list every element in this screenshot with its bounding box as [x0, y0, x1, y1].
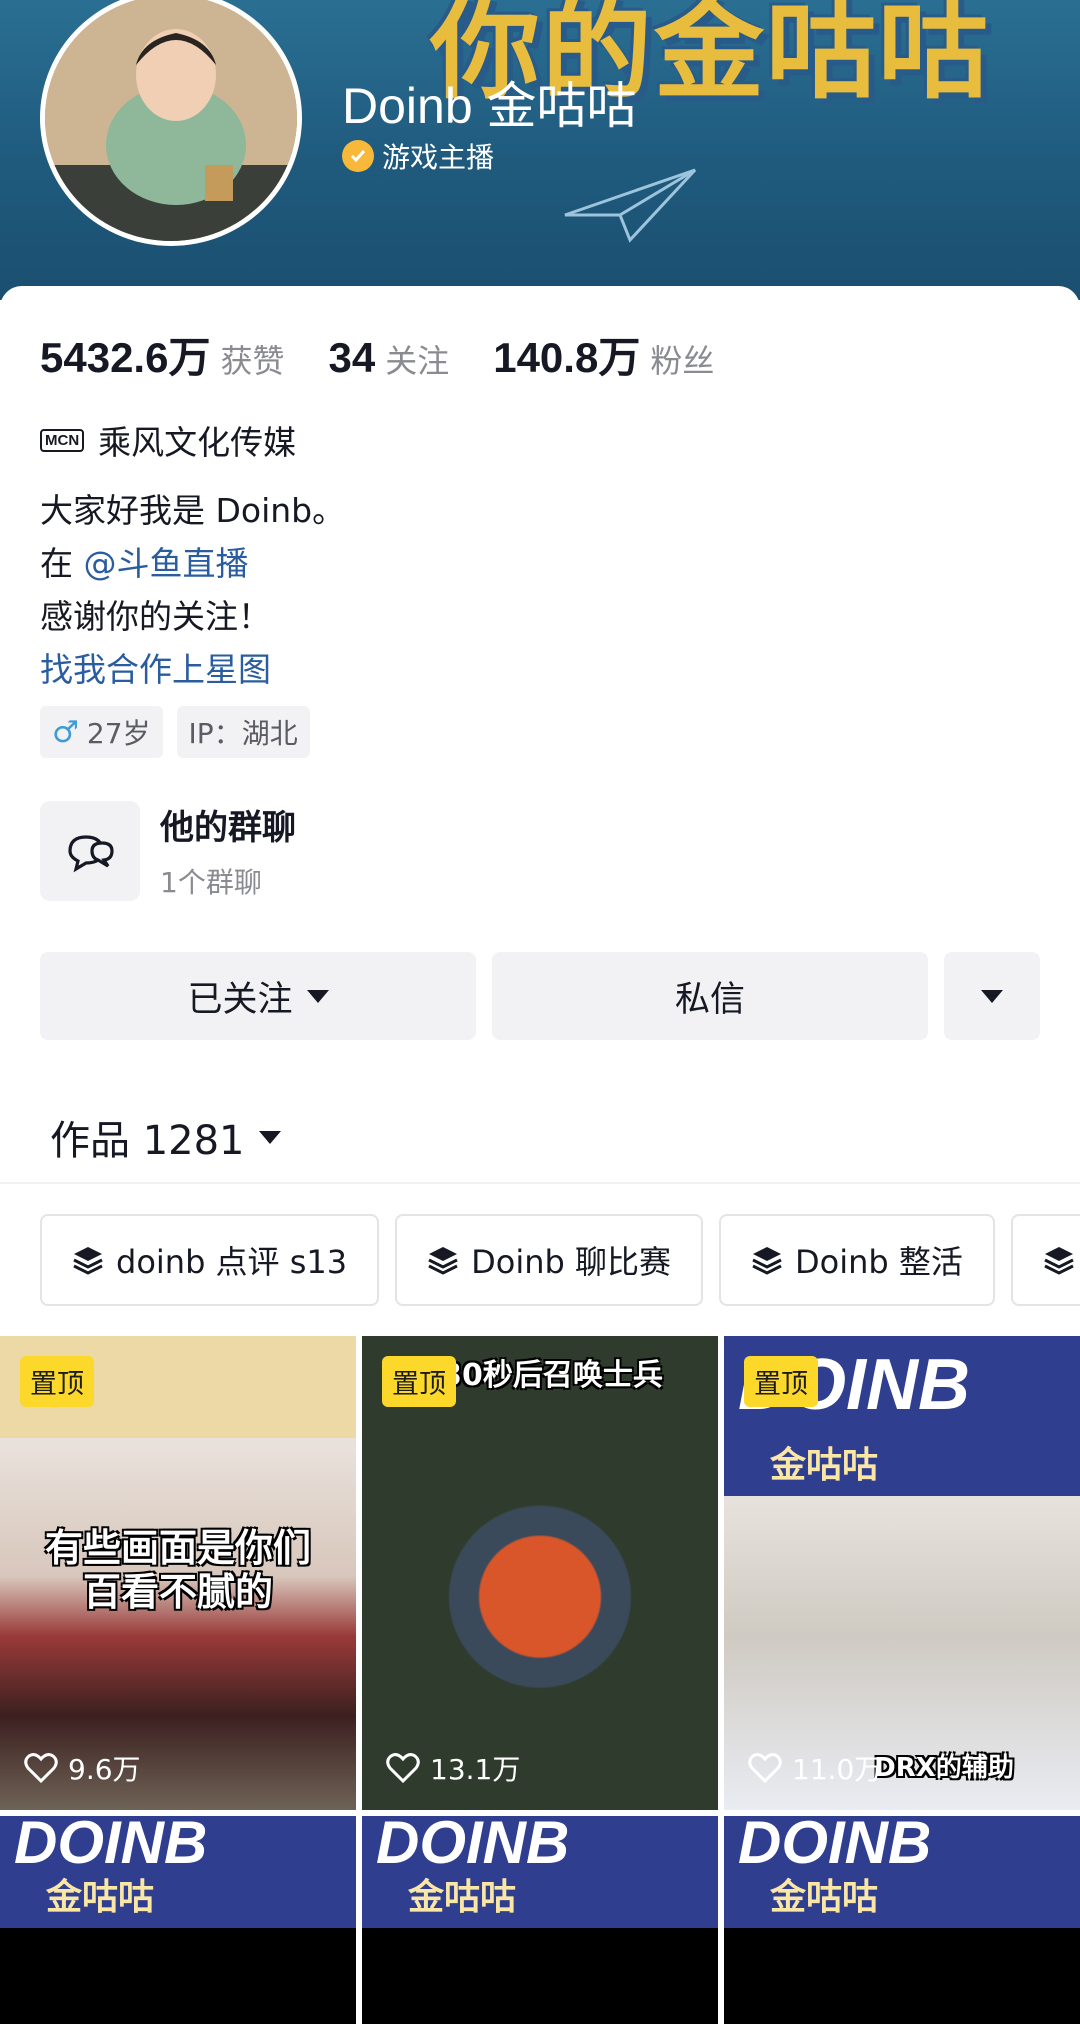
pinned-badge: 置顶 — [382, 1356, 456, 1407]
stack-icon — [73, 1247, 103, 1275]
age-tag: ♂ 27岁 — [40, 706, 163, 758]
group-chat-title: 他的群聊 — [160, 808, 296, 848]
mcn-icon: MCN — [40, 428, 85, 452]
video-tile[interactable]: DOINB 金咕咕 — [724, 1816, 1080, 2024]
collection-chip[interactable]: D — [1010, 1214, 1080, 1306]
age-text: 27岁 — [86, 717, 151, 750]
douyu-link[interactable]: @斗鱼直播 — [84, 544, 249, 583]
paper-plane-illustration — [564, 168, 697, 243]
profile-tags: ♂ 27岁 IP：湖北 — [40, 706, 310, 758]
video-caption: 有些画面是你们 百看不腻的 — [44, 1526, 311, 1614]
likes-count: 13.1万 — [430, 1753, 521, 1786]
stat-likes[interactable]: 5432.6万 获赞 — [40, 324, 284, 385]
stack-icon — [752, 1247, 782, 1275]
caret-down-icon — [306, 989, 329, 1003]
stat-label: 获赞 — [220, 342, 285, 380]
verification-label: 游戏主播 — [342, 136, 494, 176]
bio-line: 感谢你的关注！ — [40, 597, 271, 636]
bio-line: 在 @斗鱼直播 — [40, 537, 345, 590]
collections-row: doinb 点评 s13 Doinb 聊比赛 Doinb 整活 D — [40, 1214, 1080, 1306]
video-tile[interactable]: 30秒后召唤士兵 置顶 13.1万 — [362, 1336, 718, 1810]
profile-stats: 5432.6万 获赞 34 关注 140.8万 粉丝 — [40, 324, 714, 385]
heart-icon — [386, 1753, 420, 1783]
video-tile[interactable]: DOINB 金咕咕 — [0, 1816, 356, 2024]
brand-subtitle: 金咕咕 — [770, 1877, 879, 1918]
mcn-name: 乘风文化传媒 — [98, 423, 297, 462]
video-tile[interactable]: 有些画面是你们 百看不腻的 置顶 9.6万 — [0, 1336, 356, 1810]
brand-subtitle: 金咕咕 — [46, 1877, 155, 1918]
group-chat-entry[interactable]: 他的群聊 1个群聊 — [40, 800, 296, 901]
chat-bubbles-icon — [40, 800, 140, 901]
caret-down-icon — [981, 989, 1003, 1003]
bio-line: 大家好我是 Doinb。 — [40, 491, 346, 530]
followed-label: 已关注 — [187, 979, 293, 1020]
bio-text: 在 — [40, 544, 73, 583]
video-tile[interactable]: DOINB 金咕咕 — [362, 1816, 718, 2024]
group-chat-count: 1个群聊 — [160, 866, 262, 899]
verification-text: 游戏主播 — [382, 141, 495, 174]
action-buttons: 已关注 私信 — [40, 952, 1040, 1040]
stat-following[interactable]: 34 关注 — [328, 334, 449, 382]
heart-icon — [24, 1753, 58, 1783]
collection-chip[interactable]: Doinb 整活 — [719, 1214, 995, 1306]
verified-check-icon — [342, 140, 374, 172]
avatar[interactable] — [40, 0, 302, 246]
message-button[interactable]: 私信 — [492, 952, 928, 1040]
more-options-button[interactable] — [944, 952, 1040, 1040]
stack-icon — [428, 1247, 458, 1275]
works-tab[interactable]: 作品 1281 — [50, 1108, 281, 1166]
followed-button[interactable]: 已关注 — [40, 952, 476, 1040]
stat-followers[interactable]: 140.8万 粉丝 — [493, 324, 714, 385]
stat-value: 140.8万 — [493, 334, 641, 381]
video-tile[interactable]: DOINB 金咕咕 DRX的辅助 置顶 11.0万 — [724, 1336, 1080, 1810]
pinned-badge: 置顶 — [20, 1356, 94, 1407]
male-icon: ♂ — [52, 714, 79, 750]
ip-tag: IP：湖北 — [176, 706, 310, 758]
video-likes: 9.6万 — [24, 1748, 141, 1788]
profile-nickname: Doinb 金咕咕 — [342, 78, 637, 134]
heart-icon — [748, 1753, 782, 1783]
collection-label: Doinb 整活 — [795, 1243, 963, 1281]
profile-screen: 你的金咕咕 Doinb 金咕咕 游戏主播 5432.6万 获赞 34 关注 14… — [0, 0, 1080, 2024]
stat-value: 34 — [328, 334, 376, 381]
stat-label: 关注 — [385, 342, 450, 380]
message-label: 私信 — [674, 979, 745, 1020]
collection-chip[interactable]: Doinb 聊比赛 — [395, 1214, 704, 1306]
section-divider — [0, 1182, 1080, 1184]
stack-icon — [1044, 1247, 1074, 1275]
video-likes: 11.0万 — [748, 1748, 882, 1788]
xingtu-link[interactable]: 找我合作上星图 — [40, 643, 345, 696]
collection-chip[interactable]: doinb 点评 s13 — [40, 1214, 380, 1306]
likes-count: 11.0万 — [792, 1753, 883, 1786]
caret-down-icon — [258, 1130, 281, 1144]
stat-label: 粉丝 — [650, 342, 715, 380]
video-likes: 13.1万 — [386, 1748, 520, 1788]
brand-subtitle: 金咕咕 — [408, 1877, 517, 1918]
collection-label: doinb 点评 s13 — [116, 1243, 348, 1281]
stat-value: 5432.6万 — [40, 334, 211, 381]
collection-label: Doinb 聊比赛 — [471, 1243, 672, 1281]
profile-bio: 大家好我是 Doinb。 在 @斗鱼直播 感谢你的关注！ 找我合作上星图 — [40, 484, 345, 696]
pinned-badge: 置顶 — [744, 1356, 818, 1407]
ip-text: IP：湖北 — [188, 717, 298, 750]
mcn-row[interactable]: MCN 乘风文化传媒 — [40, 416, 296, 464]
works-count: 作品 1281 — [50, 1118, 245, 1164]
brand-subtitle: 金咕咕 — [770, 1445, 879, 1486]
likes-count: 9.6万 — [68, 1753, 141, 1786]
